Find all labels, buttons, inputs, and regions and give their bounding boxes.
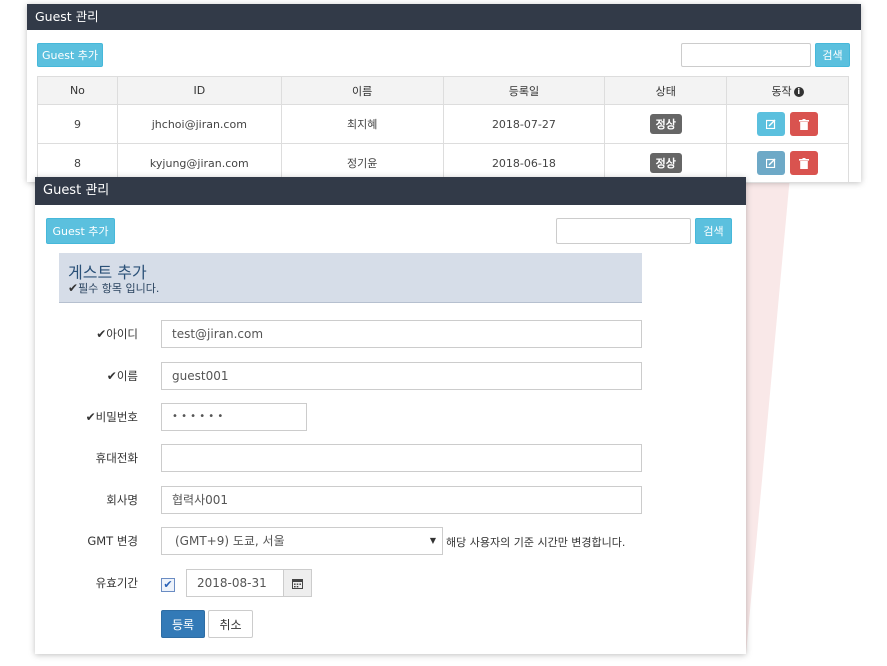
column-header-action: 동작 i bbox=[726, 76, 849, 105]
checkmark-icon: ✔ bbox=[96, 327, 107, 341]
column-header-date: 등록일 bbox=[442, 76, 606, 105]
form-title-box: 게스트 추가 ✔필수 항목 입니다. bbox=[59, 253, 642, 303]
table-header-row: No ID 이름 등록일 상태 동작 i bbox=[37, 76, 849, 105]
password-field[interactable]: • • • • • • bbox=[161, 403, 307, 431]
info-circle-icon: i bbox=[793, 86, 804, 97]
name-label-text: 이름 bbox=[116, 369, 138, 383]
status-badge: 정상 bbox=[649, 153, 682, 173]
gmt-hint: 해당 사용자의 기준 시간만 변경합니다. bbox=[446, 536, 626, 549]
cell-actions bbox=[726, 104, 849, 144]
edit-button[interactable] bbox=[756, 112, 785, 136]
cell-date: 2018-07-27 bbox=[442, 104, 606, 144]
edit-icon bbox=[765, 158, 776, 168]
search-input[interactable] bbox=[556, 218, 691, 244]
cell-status: 정상 bbox=[604, 104, 728, 144]
guest-add-panel: Guest 관리 Guest 추가 검색 게스트 추가 ✔필수 항목 입니다. … bbox=[35, 177, 746, 654]
panel-title: Guest 관리 bbox=[27, 4, 861, 30]
column-header-action-label: 동작 bbox=[771, 84, 792, 98]
trash-icon bbox=[799, 157, 810, 169]
cell-name: 최지혜 bbox=[280, 104, 444, 144]
name-field[interactable]: guest001 bbox=[161, 362, 642, 390]
required-note: ✔필수 항목 입니다. bbox=[68, 280, 159, 296]
column-header-id: ID bbox=[116, 76, 282, 105]
add-guest-button[interactable]: Guest 추가 bbox=[46, 218, 115, 244]
guest-table: No ID 이름 등록일 상태 동작 i 9 jhchoi@jiran.com 최… bbox=[37, 76, 849, 183]
submit-button[interactable]: 등록 bbox=[161, 610, 205, 638]
name-label: ✔이름 bbox=[35, 368, 138, 384]
phone-label: 휴대전화 bbox=[95, 451, 138, 465]
password-label: ✔비밀번호 bbox=[35, 409, 138, 425]
company-label: 회사명 bbox=[106, 493, 138, 507]
phone-field[interactable] bbox=[161, 444, 642, 472]
checkmark-icon: ✔ bbox=[106, 369, 117, 383]
checkmark-icon: ✔ bbox=[163, 578, 173, 591]
calendar-icon bbox=[292, 578, 303, 589]
gmt-select-value: (GMT+9) 도쿄, 서울 bbox=[175, 534, 285, 548]
search-input[interactable] bbox=[681, 43, 811, 67]
calendar-button[interactable] bbox=[283, 569, 312, 597]
required-note-text: 필수 항목 입니다. bbox=[78, 282, 160, 295]
cell-no: 9 bbox=[37, 104, 118, 144]
trash-icon bbox=[799, 118, 810, 130]
edit-icon bbox=[765, 119, 776, 129]
cell-id: jhchoi@jiran.com bbox=[116, 104, 282, 144]
password-label-text: 비밀번호 bbox=[95, 410, 138, 424]
id-label: ✔아이디 bbox=[35, 326, 138, 342]
company-field[interactable]: 협력사001 bbox=[161, 486, 642, 514]
checkmark-icon: ✔ bbox=[85, 410, 96, 424]
search-button[interactable]: 검색 bbox=[695, 218, 732, 244]
gmt-select[interactable]: (GMT+9) 도쿄, 서울 ▼ bbox=[161, 527, 443, 555]
expiry-checkbox[interactable]: ✔ bbox=[161, 578, 175, 592]
delete-button[interactable] bbox=[790, 112, 819, 136]
column-header-status: 상태 bbox=[604, 76, 728, 105]
panel-title: Guest 관리 bbox=[35, 177, 746, 205]
gmt-label: GMT 변경 bbox=[87, 534, 138, 548]
expiry-label: 유효기간 bbox=[95, 576, 138, 590]
search-button[interactable]: 검색 bbox=[815, 43, 850, 67]
add-guest-button[interactable]: Guest 추가 bbox=[37, 43, 103, 67]
status-badge: 정상 bbox=[649, 114, 682, 134]
delete-button[interactable] bbox=[790, 151, 819, 175]
checkmark-icon: ✔ bbox=[68, 281, 79, 295]
id-field[interactable]: test@jiran.com bbox=[161, 320, 642, 348]
id-label-text: 아이디 bbox=[106, 327, 138, 341]
cancel-button[interactable]: 취소 bbox=[208, 610, 253, 638]
table-row: 9 jhchoi@jiran.com 최지혜 2018-07-27 정상 bbox=[37, 104, 849, 144]
expiry-date-field[interactable]: 2018-08-31 bbox=[186, 569, 285, 597]
caret-down-icon: ▼ bbox=[429, 536, 436, 545]
column-header-no: No bbox=[37, 76, 118, 105]
edit-button[interactable] bbox=[756, 151, 785, 175]
column-header-name: 이름 bbox=[280, 76, 444, 105]
guest-list-panel: Guest 관리 Guest 추가 검색 No ID 이름 등록일 상태 동작 i… bbox=[27, 4, 861, 183]
